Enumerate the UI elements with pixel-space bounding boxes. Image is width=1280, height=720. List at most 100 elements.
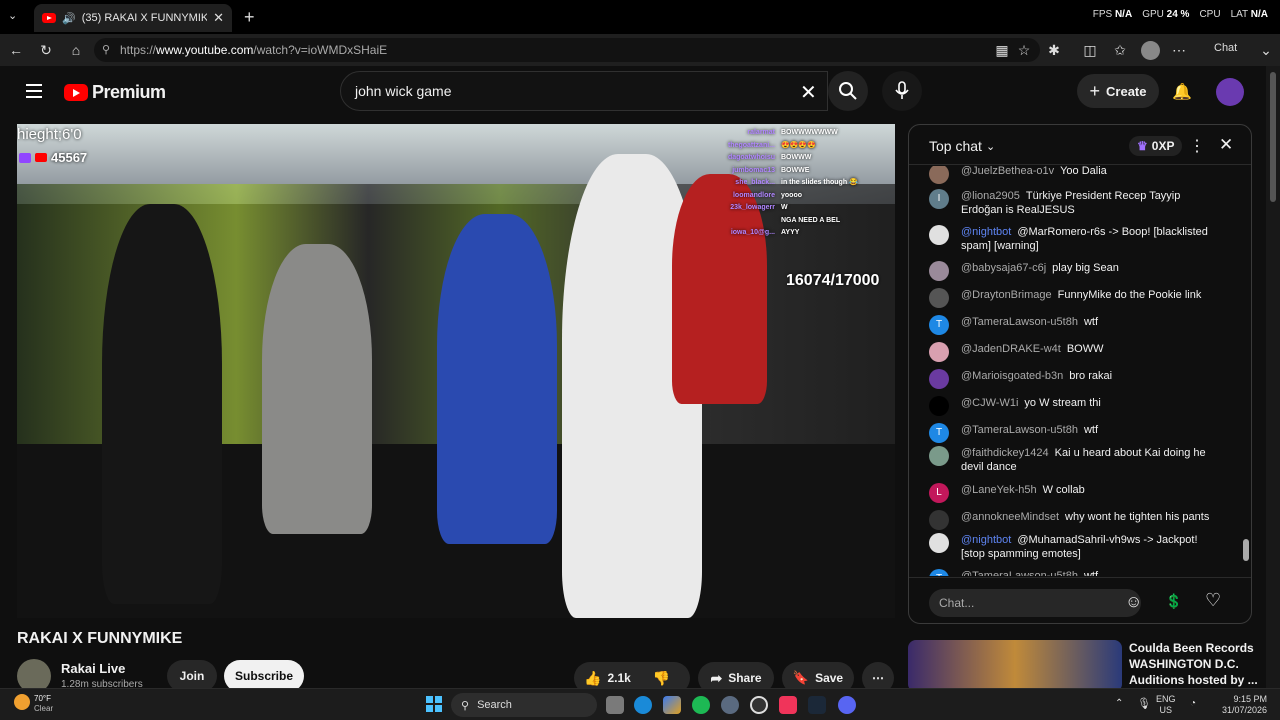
recommended-video-thumbnail[interactable] xyxy=(908,640,1122,692)
chat-message[interactable]: T @TameraLawson-u5t8h wtf xyxy=(929,423,1219,443)
create-button[interactable]: + Create xyxy=(1077,74,1159,108)
chat-message[interactable]: T @TameraLawson-u5t8h wtf xyxy=(929,315,1219,335)
chat-author-avatar[interactable] xyxy=(929,342,949,362)
network-icon[interactable]: ◔ xyxy=(1190,698,1196,709)
chat-author-name[interactable]: @nightbot xyxy=(961,534,1011,546)
language-indicator[interactable]: ENG US xyxy=(1156,694,1176,716)
xp-badge[interactable]: ♛ 0XP xyxy=(1129,136,1183,156)
search-input[interactable]: john wick game xyxy=(340,71,828,111)
chat-author-name[interactable]: @Marioisgoated-b3n xyxy=(961,370,1063,382)
edge-icon[interactable] xyxy=(634,696,652,714)
like-button[interactable]: 👍 2.1k xyxy=(584,670,631,687)
chat-author-avatar[interactable]: T xyxy=(929,569,949,576)
super-chat-icon[interactable]: 💲 xyxy=(1165,593,1182,610)
chat-author-avatar[interactable] xyxy=(929,446,949,466)
chat-author-name[interactable]: @babysaja67-c6j xyxy=(961,262,1046,274)
chat-author-name[interactable]: @annokneeMindset xyxy=(961,511,1059,523)
apps-icon[interactable]: ▦ xyxy=(994,42,1010,58)
chat-author-avatar[interactable] xyxy=(929,396,949,416)
chat-message[interactable]: @annokneeMindset why wont he tighten his … xyxy=(929,510,1219,530)
clear-search-icon[interactable]: ✕ xyxy=(800,80,817,105)
chat-author-name[interactable]: @JadenDRAKE-w4t xyxy=(961,343,1061,355)
windows-start-icon[interactable] xyxy=(426,696,442,712)
chat-message[interactable]: T @TameraLawson-u5t8h wtf xyxy=(929,569,1219,576)
chat-author-name[interactable]: @LaneYek-h5h xyxy=(961,484,1037,496)
steam-icon[interactable] xyxy=(808,696,826,714)
chat-author-avatar[interactable] xyxy=(929,288,949,308)
clock[interactable]: 9:15 PM 31/07/2026 xyxy=(1222,694,1267,716)
chat-message[interactable]: @faithdickey1424 Kai u heard about Kai do… xyxy=(929,446,1219,474)
chat-author-name[interactable]: @TameraLawson-u5t8h xyxy=(961,570,1078,576)
chat-author-avatar[interactable] xyxy=(929,510,949,530)
page-scroll-thumb[interactable] xyxy=(1270,72,1276,202)
chat-message[interactable]: L @LaneYek-h5h W collab xyxy=(929,483,1219,503)
chat-author-name[interactable]: @DraytonBrimage xyxy=(961,289,1052,301)
sidebar-toggle-icon[interactable]: ⌄ xyxy=(1258,42,1274,58)
settings-gear-icon[interactable] xyxy=(721,696,739,714)
favorites-icon[interactable]: ✩ xyxy=(1112,42,1128,58)
tab-list-chevron-icon[interactable]: ⌄ xyxy=(8,9,17,22)
app-icon[interactable] xyxy=(750,696,768,714)
chat-author-name[interactable]: @faithdickey1424 xyxy=(961,447,1049,459)
channel-name[interactable]: Rakai Live xyxy=(61,661,125,676)
chat-input[interactable]: Chat... xyxy=(929,589,1141,617)
chat-message[interactable]: @nightbot @MarRomero-r6s -> Boop! [blackl… xyxy=(929,225,1219,253)
chat-author-name[interactable]: @TameraLawson-u5t8h xyxy=(961,316,1078,328)
chat-message[interactable]: I @liona2905 Türkiye President Recep Tayyi… xyxy=(929,189,1219,217)
chat-author-name[interactable]: @JuelzBethea-o1v xyxy=(961,166,1054,177)
chat-scroll-thumb[interactable] xyxy=(1243,539,1249,561)
page-scrollbar[interactable] xyxy=(1266,66,1280,688)
copilot-chat-button[interactable]: Chat xyxy=(1214,42,1237,54)
menu-icon[interactable] xyxy=(26,84,42,102)
microphone-tray-icon[interactable]: 🎙 xyxy=(1137,697,1151,710)
chat-author-avatar[interactable]: T xyxy=(929,423,949,443)
chat-more-icon[interactable]: ⋮ xyxy=(1189,136,1205,156)
chat-author-avatar[interactable]: I xyxy=(929,189,949,209)
chat-message[interactable]: @JadenDRAKE-w4t BOWW xyxy=(929,342,1219,362)
new-tab-icon[interactable]: + xyxy=(244,7,255,28)
chat-message[interactable]: @JuelzBethea-o1v Yoo Dalia xyxy=(929,166,1219,184)
chat-author-avatar[interactable]: T xyxy=(929,315,949,335)
weather-widget[interactable]: 70°F Clear xyxy=(34,694,53,714)
search-button[interactable] xyxy=(828,71,868,111)
chat-message-list[interactable]: @JuelzBethea-o1v Yoo Dalia I @liona2905 Türk… xyxy=(909,166,1243,576)
emoji-icon[interactable]: ☺ xyxy=(1125,592,1142,612)
top-chat-dropdown[interactable]: Top chat ⌄ xyxy=(929,138,995,154)
refresh-icon[interactable]: ↻ xyxy=(38,42,54,58)
chat-message[interactable]: @CJW-W1i yo W stream thi xyxy=(929,396,1219,416)
url-input[interactable]: ⚲ https://www.youtube.com/watch?v=ioWMDx… xyxy=(94,38,1040,62)
dislike-button[interactable]: 👎 xyxy=(653,670,670,687)
chat-message[interactable]: @DraytonBrimage FunnyMike do the Pookie l… xyxy=(929,288,1219,308)
back-icon[interactable]: ← xyxy=(8,42,24,58)
copilot-icon[interactable] xyxy=(663,696,681,714)
browser-tab[interactable]: 🔊 (35) RAKAI X FUNNYMIKE - Yo ✕ xyxy=(34,4,232,32)
voice-search-button[interactable] xyxy=(882,71,922,111)
tray-overflow-icon[interactable]: ⌃ xyxy=(1115,698,1123,709)
spotify-icon[interactable] xyxy=(692,696,710,714)
chat-author-name[interactable]: @TameraLawson-u5t8h xyxy=(961,424,1078,436)
more-menu-icon[interactable]: ⋯ xyxy=(1171,42,1187,58)
chat-author-avatar[interactable] xyxy=(929,225,949,245)
chat-author-name[interactable]: @CJW-W1i xyxy=(961,397,1018,409)
chat-author-avatar[interactable] xyxy=(929,369,949,389)
chat-author-avatar[interactable] xyxy=(929,533,949,553)
close-chat-icon[interactable]: ✕ xyxy=(1219,135,1233,155)
chat-author-name[interactable]: @nightbot xyxy=(961,226,1011,238)
heart-icon[interactable]: ♡ xyxy=(1205,590,1221,611)
recommended-video-title[interactable]: Coulda Been Records WASHINGTON D.C. Audi… xyxy=(1129,640,1269,688)
profile-avatar[interactable] xyxy=(1141,41,1160,60)
task-view-icon[interactable] xyxy=(606,696,624,714)
chat-message[interactable]: @nightbot @MuhamadSahril-vh9ws -> Jackpot… xyxy=(929,533,1219,561)
discord-icon[interactable] xyxy=(838,696,856,714)
chat-author-avatar[interactable]: L xyxy=(929,483,949,503)
chat-message[interactable]: @Marioisgoated-b3n bro rakai xyxy=(929,369,1219,389)
chat-author-name[interactable]: @liona2905 xyxy=(961,190,1020,202)
chat-author-avatar[interactable] xyxy=(929,261,949,281)
account-avatar[interactable] xyxy=(1216,78,1244,106)
youtube-logo[interactable]: Premium xyxy=(64,82,166,103)
taskbar-search[interactable]: ⚲ Search xyxy=(451,693,597,717)
split-screen-icon[interactable]: ◫ xyxy=(1082,42,1098,58)
chat-author-avatar[interactable] xyxy=(929,166,949,184)
close-tab-icon[interactable]: ✕ xyxy=(213,10,224,26)
video-player[interactable]: hieght;6'0 45567 16074/17000 ralarmat BOW… xyxy=(17,124,895,618)
